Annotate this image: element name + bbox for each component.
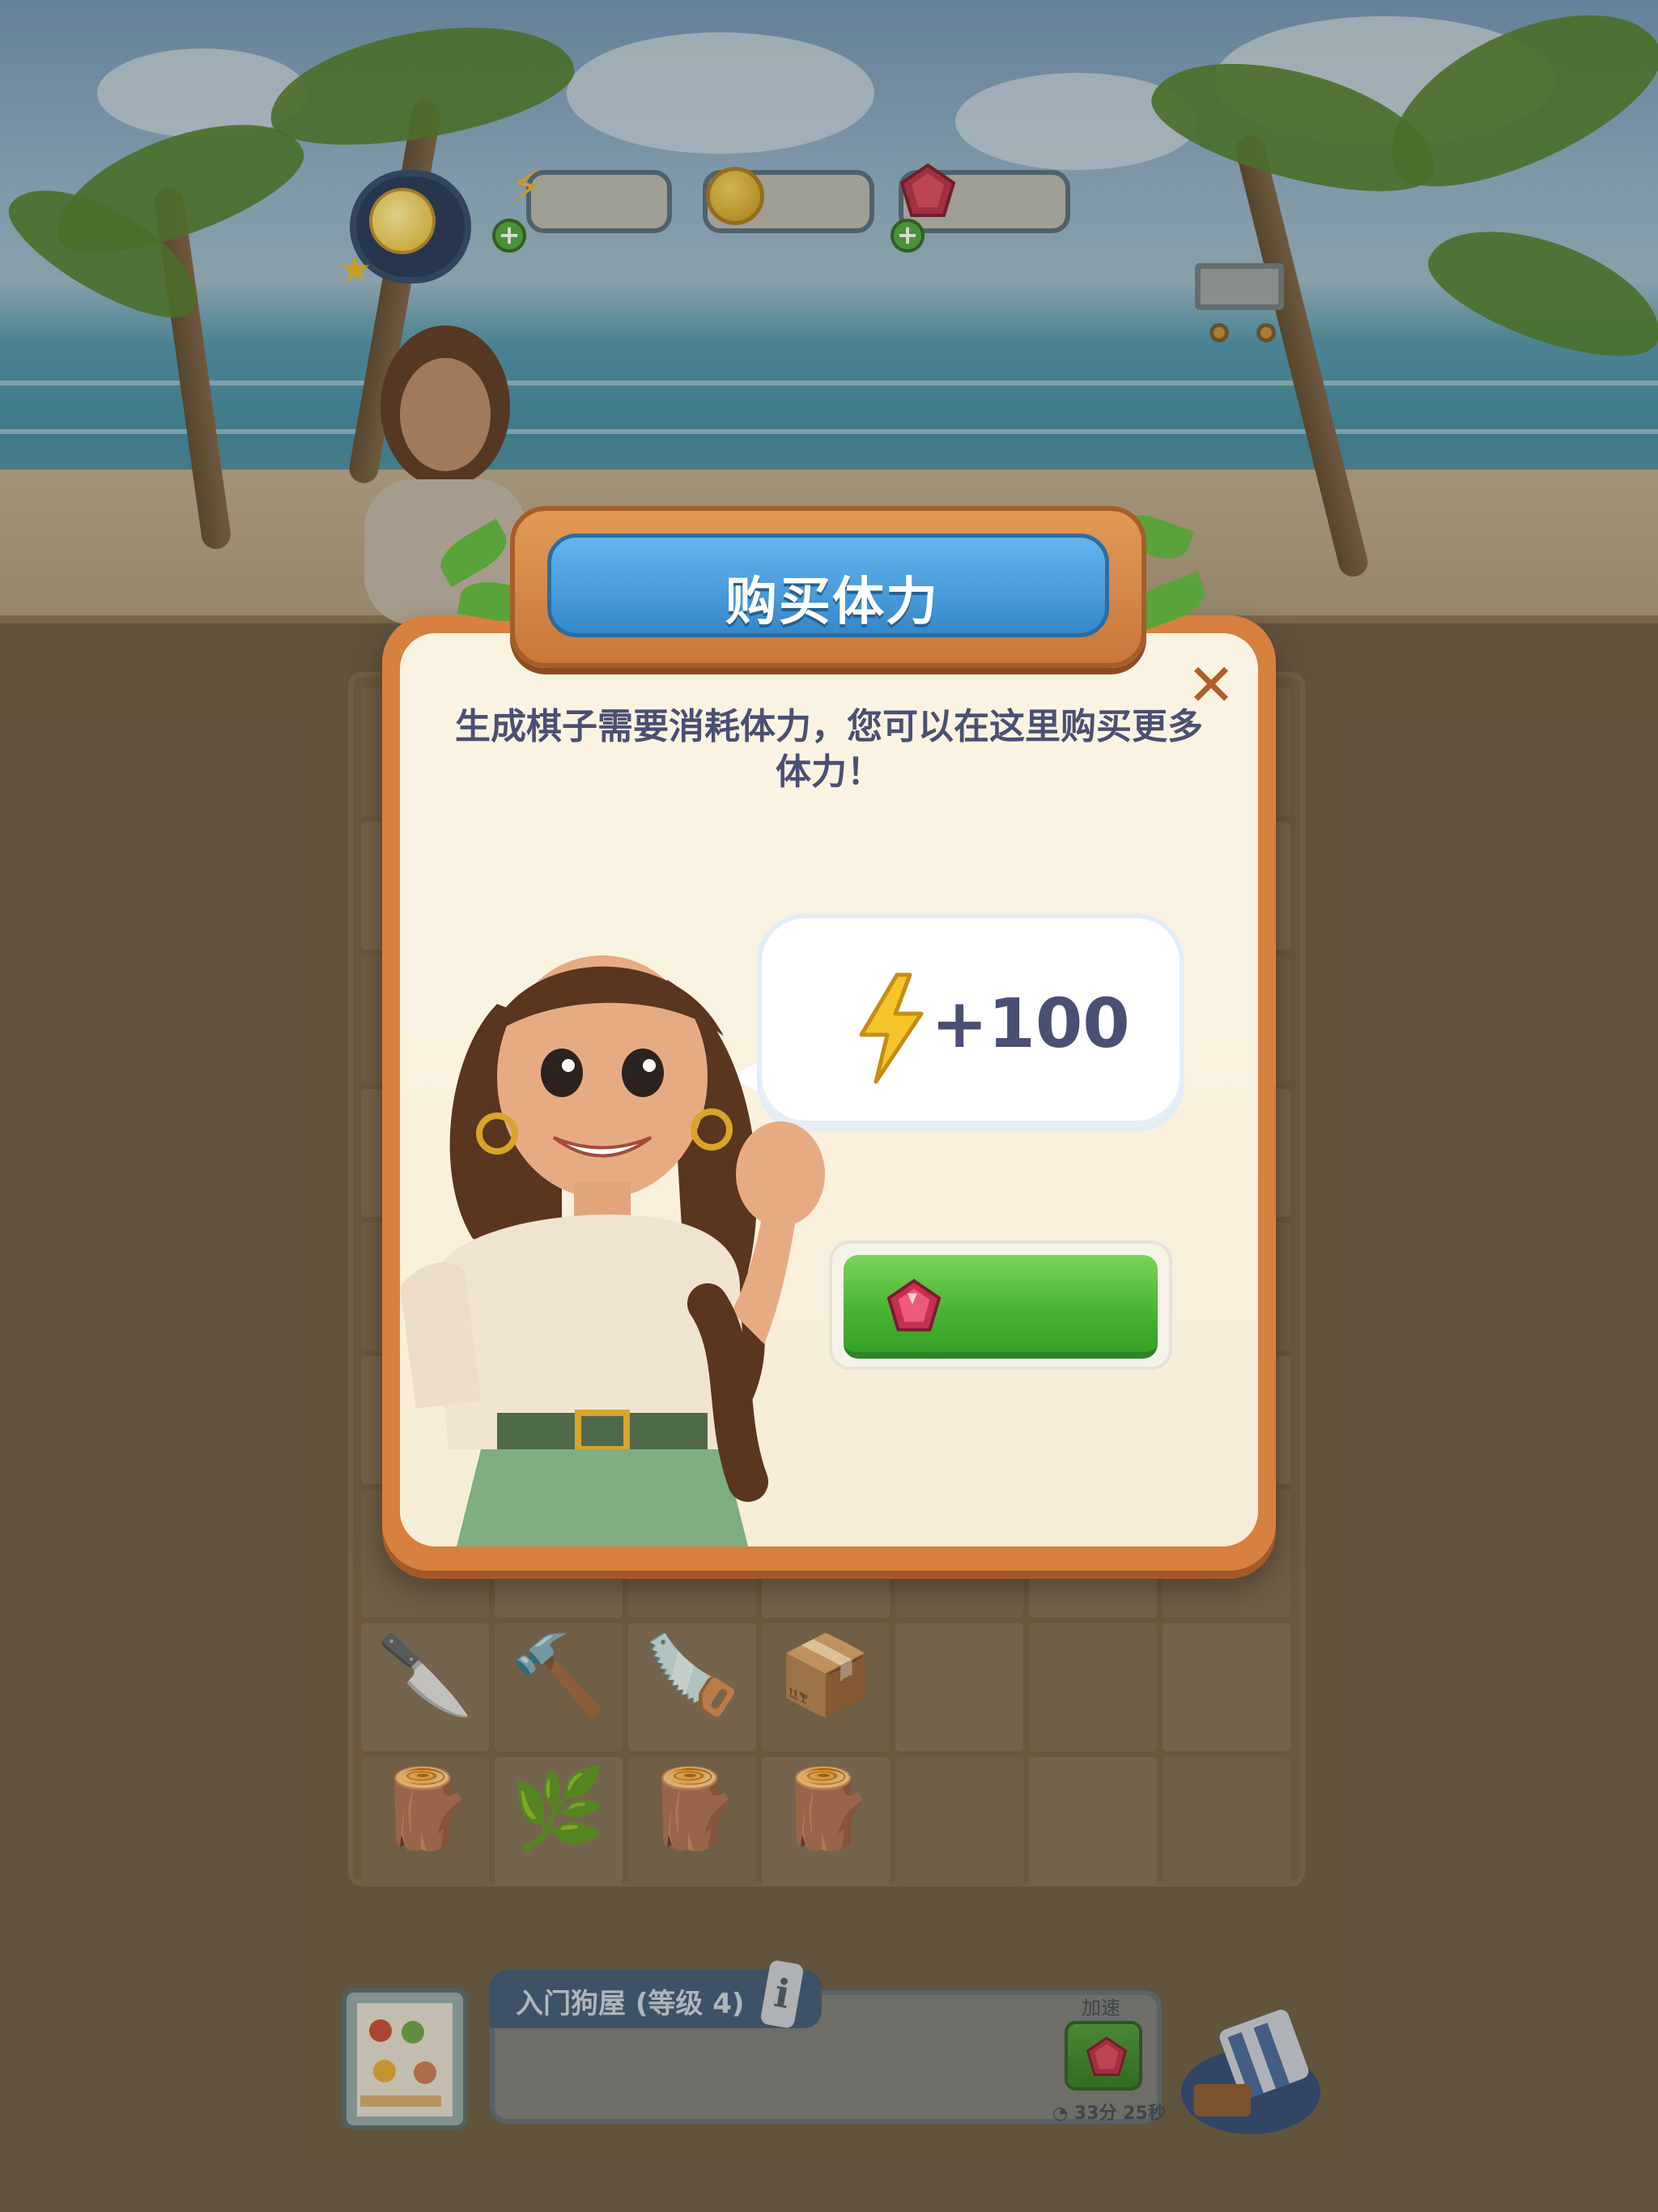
dialog-description: 生成棋子需要消耗体力，您可以在这里购买更多体力！ xyxy=(455,706,1203,793)
gem-icon xyxy=(886,1278,942,1332)
dialog-title-board: 购买体力 xyxy=(510,506,1146,668)
dialog-title: 购买体力 xyxy=(725,572,939,632)
dialog-title-plate: 购买体力 xyxy=(547,534,1109,637)
heroine-character xyxy=(400,955,825,1546)
reward-amount: +100 xyxy=(931,984,1130,1063)
buy-button-face xyxy=(844,1255,1158,1359)
